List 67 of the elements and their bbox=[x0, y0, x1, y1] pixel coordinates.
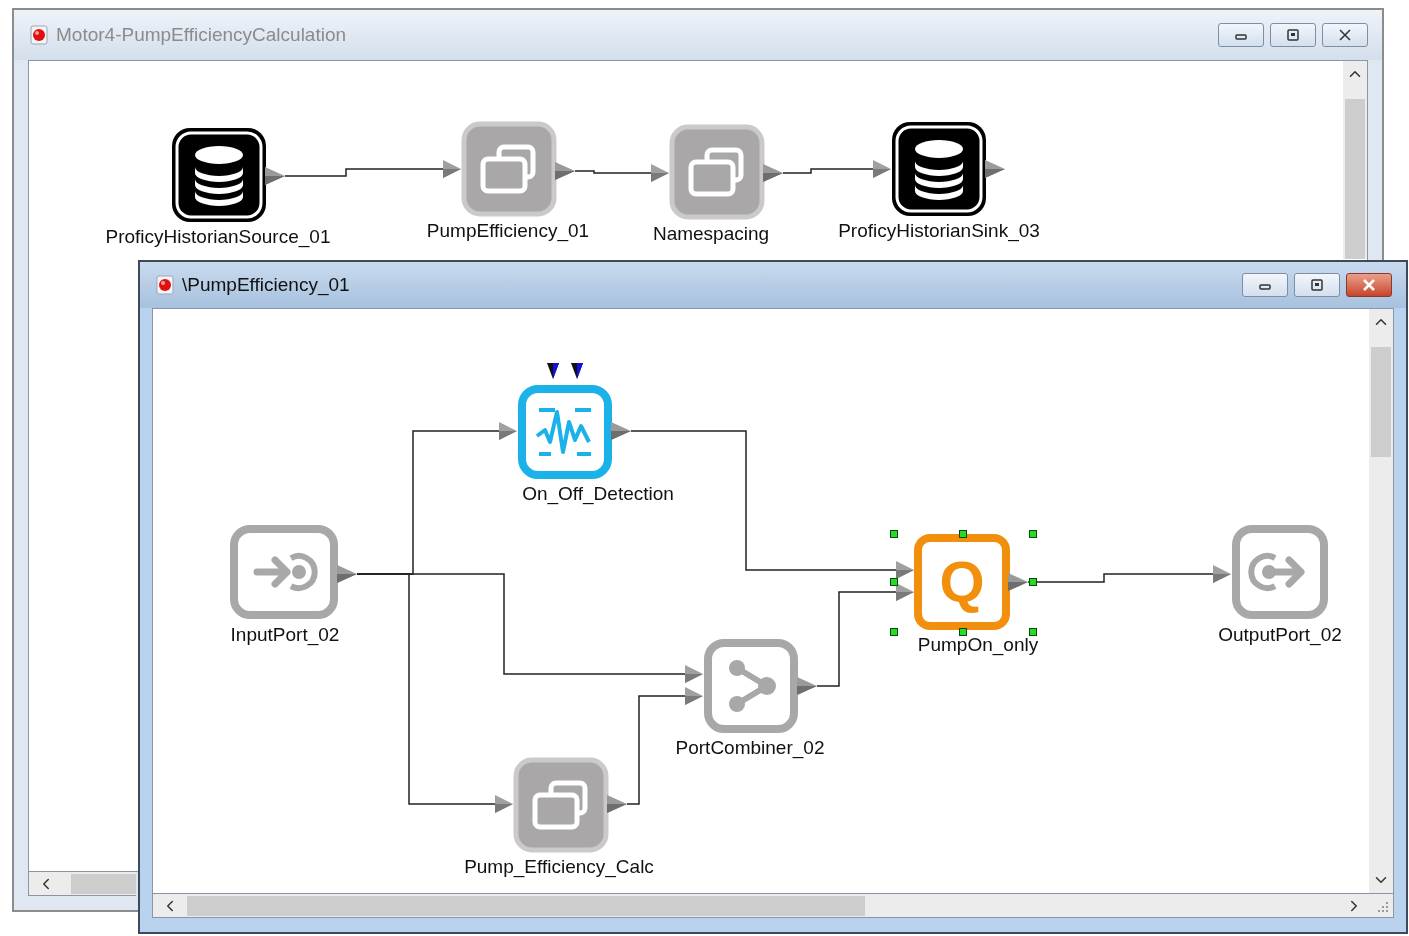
close-button[interactable] bbox=[1322, 23, 1368, 47]
node-label: On_Off_Detection bbox=[522, 483, 674, 505]
port-icon[interactable] bbox=[265, 167, 285, 185]
input-port-node[interactable] bbox=[229, 524, 339, 620]
close-icon bbox=[1337, 29, 1353, 41]
node-label: PumpEfficiency_01 bbox=[426, 220, 590, 242]
close-button[interactable] bbox=[1346, 273, 1392, 297]
node-label: OutputPort_02 bbox=[1218, 624, 1342, 646]
component-node[interactable] bbox=[513, 757, 609, 853]
window-title: Motor4-PumpEfficiencyCalculation bbox=[56, 22, 347, 47]
node-label: PortCombiner_02 bbox=[675, 737, 825, 759]
node-label: ProficyHistorianSink_03 bbox=[838, 220, 1040, 242]
selection-handle[interactable] bbox=[1029, 530, 1037, 538]
waveform-icon bbox=[535, 408, 593, 456]
database-node[interactable] bbox=[171, 127, 267, 223]
port-icon[interactable] bbox=[555, 162, 575, 180]
port-icon[interactable] bbox=[1008, 573, 1028, 591]
selection-handle[interactable] bbox=[959, 530, 967, 538]
selection-handle[interactable] bbox=[959, 628, 967, 636]
selection-handle[interactable] bbox=[1029, 628, 1037, 636]
node-label: Namespacing bbox=[652, 223, 770, 245]
maximize-button[interactable] bbox=[1270, 23, 1316, 47]
scroll-thumb[interactable] bbox=[1371, 347, 1391, 457]
port-icon[interactable] bbox=[985, 160, 1005, 178]
combiner-node[interactable] bbox=[703, 638, 799, 734]
selection-handle[interactable] bbox=[1029, 578, 1037, 586]
node-label: PumpOn_only bbox=[917, 634, 1039, 656]
window-title: \PumpEfficiency_01 bbox=[182, 272, 350, 298]
minimize-button[interactable] bbox=[1242, 273, 1288, 297]
output-port-node[interactable] bbox=[1231, 524, 1329, 620]
database-icon bbox=[195, 146, 243, 206]
input-arrow-icon bbox=[253, 553, 318, 591]
vertical-scrollbar[interactable] bbox=[1343, 61, 1367, 259]
scroll-thumb[interactable] bbox=[71, 873, 136, 894]
port-icon[interactable] bbox=[763, 164, 783, 182]
scroll-thumb[interactable] bbox=[187, 895, 865, 916]
database-icon bbox=[915, 140, 963, 200]
component-node[interactable] bbox=[461, 121, 557, 217]
port-icon[interactable] bbox=[797, 677, 817, 695]
horizontal-scrollbar[interactable] bbox=[152, 894, 1394, 918]
node-label: InputPort_02 bbox=[230, 624, 340, 646]
vertical-scrollbar[interactable] bbox=[1369, 309, 1393, 893]
maximize-icon bbox=[1309, 279, 1325, 291]
output-arrow-icon bbox=[1248, 553, 1305, 591]
stacked-windows-icon bbox=[688, 147, 744, 197]
component-node[interactable] bbox=[669, 124, 765, 220]
node-label: Pump_Efficiency_Calc bbox=[464, 856, 654, 878]
stacked-windows-icon bbox=[480, 144, 536, 194]
share-icon bbox=[729, 660, 776, 712]
minimize-button[interactable] bbox=[1218, 23, 1264, 47]
stacked-windows-icon bbox=[532, 780, 588, 830]
port-icon[interactable] bbox=[607, 795, 627, 813]
node-label: ProficyHistorianSource_01 bbox=[105, 226, 331, 248]
waveform-node[interactable] bbox=[517, 384, 613, 480]
selection-handle[interactable] bbox=[890, 530, 898, 538]
horizontal-scrollbar[interactable] bbox=[28, 872, 136, 896]
scroll-thumb[interactable] bbox=[1345, 99, 1365, 259]
selection-handle[interactable] bbox=[890, 578, 898, 586]
selection-handle[interactable] bbox=[890, 628, 898, 636]
port-icon[interactable] bbox=[611, 422, 631, 440]
port-icon[interactable] bbox=[337, 565, 357, 583]
maximize-button[interactable] bbox=[1294, 273, 1340, 297]
close-icon bbox=[1361, 279, 1377, 291]
maximize-icon bbox=[1285, 29, 1301, 41]
database-node[interactable] bbox=[891, 121, 987, 217]
record-icon bbox=[156, 275, 174, 295]
record-icon bbox=[30, 25, 48, 45]
